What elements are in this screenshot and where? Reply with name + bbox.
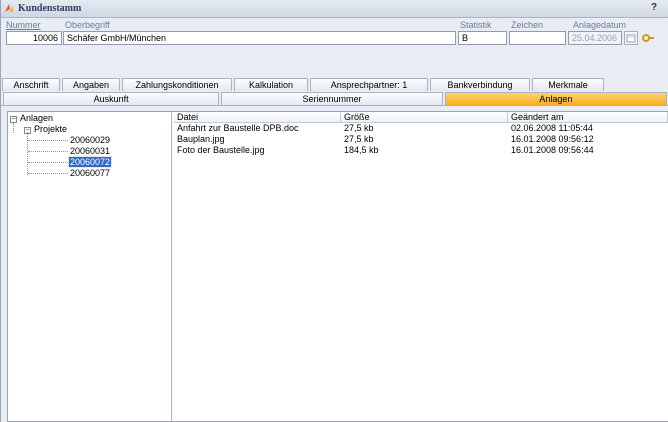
file-modified: 16.01.2008 09:56:12	[511, 134, 594, 144]
tab-bankverbindung[interactable]: Bankverbindung	[430, 78, 530, 91]
window-title: Kundenstamm	[18, 3, 82, 14]
zeichen-field[interactable]	[509, 31, 566, 45]
app-logo-icon	[5, 4, 13, 12]
tree-item[interactable]: 20060031	[70, 146, 110, 156]
tab-seriennummer[interactable]: Seriennummer	[221, 92, 443, 105]
tab-zahlungskonditionen[interactable]: Zahlungskonditionen	[122, 78, 232, 91]
column-header-datei[interactable]: Datei	[174, 112, 341, 123]
file-modified: 16.01.2008 09:56:44	[511, 145, 594, 155]
kundenstamm-window: Kundenstamm ? Nummer Oberbegriff Statist…	[0, 0, 668, 422]
oberbegriff-label: Oberbegriff	[65, 20, 110, 30]
file-name: Anfahrt zur Baustelle DPB.doc	[177, 123, 299, 133]
tab-angaben[interactable]: Angaben	[62, 78, 120, 91]
tree-item-selected[interactable]: 20060072	[67, 156, 113, 168]
tab-row-1: Anschrift Angaben Zahlungskonditionen Kalku…	[1, 78, 668, 91]
statistik-label: Statistik	[460, 20, 492, 30]
calendar-button[interactable]	[624, 31, 638, 45]
nummer-field[interactable]: 10006	[6, 31, 62, 45]
anlagen-panel: − Anlagen − Projekte 20060029 20060031 200…	[7, 111, 668, 422]
tree-connector	[13, 123, 14, 133]
tab-anlagen[interactable]: Anlagen	[444, 92, 667, 105]
tree-connector	[28, 173, 68, 174]
file-size: 184,5 kb	[344, 145, 379, 155]
key-icon[interactable]	[641, 31, 655, 45]
oberbegriff-field[interactable]: Schäfer GmbH/München	[63, 31, 456, 45]
tree-node-anlagen[interactable]: − Anlagen	[10, 113, 53, 123]
tab-anschrift[interactable]: Anschrift	[2, 78, 60, 91]
collapse-icon[interactable]: −	[10, 116, 17, 123]
table-row[interactable]: Anfahrt zur Baustelle DPB.doc 27,5 kb 02…	[174, 123, 668, 134]
file-list: Datei Größe Geändert am Anfahrt zur Baus…	[174, 112, 668, 421]
file-size: 27,5 kb	[344, 134, 374, 144]
list-header: Datei Größe Geändert am	[174, 112, 668, 123]
tab-auskunft[interactable]: Auskunft	[3, 92, 220, 105]
statistik-field[interactable]: B	[458, 31, 507, 45]
nummer-label: Nummer	[6, 20, 41, 30]
file-name: Foto der Baustelle.jpg	[177, 145, 265, 155]
table-row[interactable]: Bauplan.jpg 27,5 kb 16.01.2008 09:56:12	[174, 134, 668, 145]
tree-item[interactable]: 20060077	[70, 168, 110, 178]
file-modified: 02.06.2008 11:05:44	[511, 123, 593, 133]
tab-kalkulation[interactable]: Kalkulation	[234, 78, 308, 91]
zeichen-label: Zeichen	[511, 20, 544, 30]
column-header-groesse[interactable]: Größe	[341, 112, 508, 123]
anlagedatum-field: 25.04.2006	[568, 31, 622, 45]
tree-connector	[28, 151, 68, 152]
anlagen-tree: − Anlagen − Projekte 20060029 20060031 200…	[8, 112, 172, 421]
tree-connector	[28, 140, 68, 141]
table-row[interactable]: Foto der Baustelle.jpg 184,5 kb 16.01.20…	[174, 145, 668, 156]
help-button[interactable]: ?	[651, 2, 657, 13]
tree-connector	[27, 132, 28, 175]
tab-row-2: Auskunft Seriennummer Anlagen	[1, 92, 668, 105]
title-bar: Kundenstamm ?	[1, 0, 668, 18]
column-header-geaendert[interactable]: Geändert am	[508, 112, 668, 123]
tree-connector	[28, 162, 68, 163]
file-name: Bauplan.jpg	[177, 134, 225, 144]
file-size: 27,5 kb	[344, 123, 374, 133]
anlagedatum-label: Anlagedatum	[573, 20, 627, 30]
tab-merkmale[interactable]: Merkmale	[532, 78, 604, 91]
collapse-icon[interactable]: −	[24, 127, 31, 134]
tree-node-projekte[interactable]: − Projekte	[24, 124, 67, 134]
calendar-icon	[626, 34, 636, 43]
tree-item[interactable]: 20060029	[70, 135, 110, 145]
tab-ansprechpartner-1[interactable]: Ansprechpartner: 1	[310, 78, 428, 91]
